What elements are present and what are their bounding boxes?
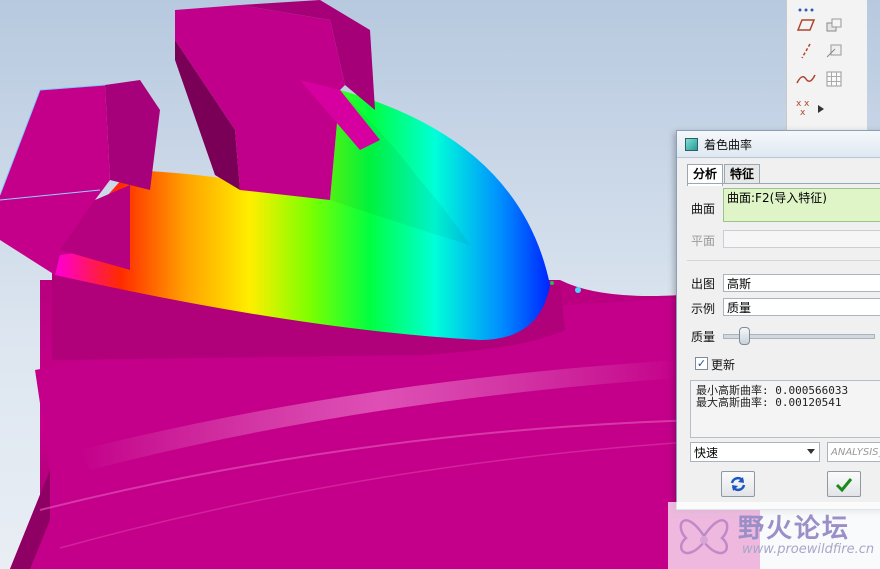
curve-icon[interactable] xyxy=(795,68,817,90)
dialog-icon xyxy=(685,137,698,151)
surface-collector[interactable]: 曲面:F2(导入特征) xyxy=(723,188,880,222)
grid-icon[interactable] xyxy=(823,68,845,90)
datum-toolbar: xxx xyxy=(786,0,867,140)
display-value: 质量 xyxy=(727,301,752,315)
display-label: 示例 xyxy=(691,302,716,316)
ok-button[interactable] xyxy=(827,471,861,497)
repeat-icon xyxy=(730,476,746,492)
chevron-down-icon xyxy=(807,449,815,454)
watermark: 野火论坛 www.proewildfire.cn xyxy=(668,502,880,569)
surface-label: 曲面 xyxy=(691,202,716,216)
max-curvature-row: 最大高斯曲率: 0.00120541 xyxy=(696,397,880,409)
watermark-title: 野火论坛 xyxy=(738,514,851,544)
coordinate-system-icon[interactable]: xxx xyxy=(795,96,817,118)
watermark-url: www.proewildfire.cn xyxy=(742,542,875,557)
svg-text:x: x xyxy=(800,108,806,116)
datum-shape-icon[interactable] xyxy=(823,14,845,36)
dialog-tabs: 分析 特征 xyxy=(687,164,761,186)
analysis-panel: 曲面 曲面:F2(导入特征) 平面 出图 高斯 示例 质量 质量 ✓ 更新 最小… xyxy=(687,183,880,454)
display-select[interactable]: 质量 xyxy=(723,298,880,316)
offset-icon[interactable] xyxy=(823,40,845,62)
axis-icon[interactable] xyxy=(795,40,817,62)
butterfly-logo xyxy=(679,519,729,555)
output-label: 出图 xyxy=(691,277,716,291)
dialog-title: 着色曲率 xyxy=(704,137,753,152)
max-curvature-value: 0.00120541 xyxy=(775,396,842,409)
dialog-titlebar[interactable]: 着色曲率 xyxy=(677,131,880,158)
output-select[interactable]: 高斯 xyxy=(723,274,880,292)
update-checkbox[interactable]: ✓ xyxy=(695,357,708,370)
analysis-name-field[interactable]: ANALYSIS_ xyxy=(827,442,880,462)
plane-collector xyxy=(723,230,880,248)
mode-select[interactable]: 快速 xyxy=(690,442,820,462)
max-curvature-label: 最大高斯曲率: xyxy=(696,396,769,409)
tab-feature[interactable]: 特征 xyxy=(724,164,761,184)
plane-icon[interactable] xyxy=(795,14,817,36)
repeat-button[interactable] xyxy=(721,471,755,497)
check-icon xyxy=(835,478,853,492)
mode-value: 快速 xyxy=(694,446,719,460)
update-label: 更新 xyxy=(711,358,736,372)
flyout-arrow-icon[interactable] xyxy=(815,98,827,120)
output-value: 高斯 xyxy=(727,277,752,291)
quality-slider-thumb[interactable] xyxy=(738,327,750,345)
plane-label: 平面 xyxy=(691,234,716,248)
separator xyxy=(687,260,880,261)
shaded-curvature-dialog: 着色曲率 分析 特征 曲面 曲面:F2(导入特征) 平面 出图 高斯 示例 质量… xyxy=(676,130,880,510)
results-box: 最小高斯曲率: 0.000566033 最大高斯曲率: 0.00120541 xyxy=(690,380,880,438)
quality-label: 质量 xyxy=(691,330,716,344)
